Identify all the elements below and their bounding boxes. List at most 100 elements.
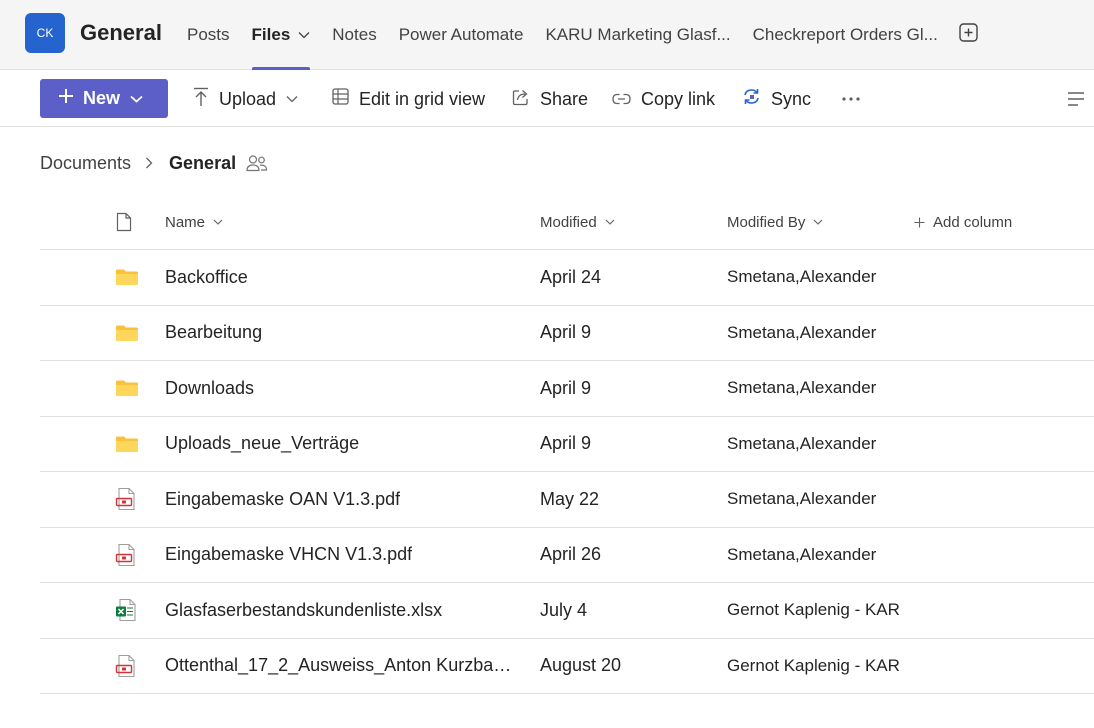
modified-date: April 9 (540, 322, 592, 343)
modified-by: Smetana,Alexander (727, 378, 877, 398)
upload-icon (193, 87, 219, 112)
breadcrumb-general: General (169, 152, 237, 173)
file-name[interactable]: Downloads (165, 361, 517, 416)
channel-title: General (80, 20, 162, 45)
file-name[interactable]: Bearbeitung (165, 306, 517, 361)
share-icon (512, 88, 540, 111)
new-button-label: New (83, 88, 121, 108)
add-column-label: Add column (933, 213, 1013, 231)
file-name[interactable]: Uploads_neue_Verträge (165, 417, 517, 472)
table-row[interactable]: Eingabemaske OAN V1.3.pdf May 22 Smetana… (40, 472, 1094, 528)
new-button[interactable]: New (40, 79, 168, 118)
table-row[interactable]: Bearbeitung April 9 Smetana,Alexander (40, 306, 1094, 361)
modified-by: Smetana,Alexander (727, 322, 877, 342)
folder-icon (115, 250, 139, 305)
chevron-down-icon (286, 95, 308, 103)
modified-date: April 9 (540, 377, 592, 398)
channel-header: CK General Posts Files Notes Power Autom… (0, 0, 1094, 70)
table-row[interactable]: Uploads_neue_Verträge April 9 Smetana,Al… (40, 417, 1094, 472)
command-bar: New Upload Edit in grid view Share Copy … (0, 71, 1094, 127)
plus-icon (58, 88, 74, 109)
tab-power-automate[interactable]: Power Automate (399, 0, 524, 70)
edit-in-grid-view-label: Edit in grid view (359, 88, 486, 109)
column-header-modified-by[interactable]: Modified By (727, 194, 823, 250)
chevron-down-icon (130, 90, 143, 108)
column-header-modified[interactable]: Modified (540, 194, 615, 250)
pdf-file-icon (115, 472, 137, 527)
folder-icon (115, 417, 139, 472)
folder-icon (115, 361, 139, 416)
column-header-name-label: Name (165, 213, 206, 231)
modified-by: Gernot Kaplenig - KAR (727, 655, 900, 675)
file-name[interactable]: Glasfaserbestandskundenliste.xlsx (165, 583, 517, 638)
tab-label: Posts (187, 25, 230, 44)
tab-label: KARU Marketing Glasf... (545, 25, 731, 44)
chevron-down-icon (213, 219, 223, 226)
file-name[interactable]: Eingabemaske VHCN V1.3.pdf (165, 528, 517, 583)
file-list-header: Name Modified Modified By Add column (40, 194, 1094, 250)
modified-date: April 24 (540, 266, 602, 287)
chevron-right-icon (145, 157, 153, 169)
add-column-button[interactable]: Add column (914, 194, 1012, 250)
channel-tabs: Posts Files Notes Power Automate KARU Ma… (187, 0, 960, 70)
sync-button[interactable]: Sync (742, 71, 811, 127)
more-options-icon[interactable] (840, 89, 862, 109)
column-header-name[interactable]: Name (165, 194, 223, 250)
table-row[interactable]: Ottenthal_17_2_Ausweiss_Anton Kurzbauer.… (40, 639, 1094, 694)
file-name[interactable]: Eingabemaske OAN V1.3.pdf (165, 472, 517, 527)
modified-date: July 4 (540, 599, 588, 620)
tab-label: Checkreport Orders Gl... (752, 25, 938, 44)
team-avatar[interactable]: CK (25, 13, 65, 53)
share-label: Share (540, 88, 589, 109)
tab-karu-marketing[interactable]: KARU Marketing Glasf... (545, 0, 730, 70)
tab-notes[interactable]: Notes (332, 0, 376, 70)
pdf-file-icon (115, 639, 137, 694)
file-type-column-icon[interactable] (116, 194, 132, 250)
file-name[interactable]: Ottenthal_17_2_Ausweiss_Anton Kurzbauer.… (165, 639, 517, 694)
modified-date: April 9 (540, 433, 592, 454)
modified-date: August 20 (540, 655, 622, 676)
excel-file-icon (115, 583, 137, 638)
share-button[interactable]: Share (512, 71, 588, 127)
folder-icon (115, 306, 139, 361)
table-row[interactable]: Eingabemaske VHCN V1.3.pdf April 26 Smet… (40, 528, 1094, 583)
modified-date: April 26 (540, 544, 602, 565)
sync-icon (742, 87, 771, 111)
tab-files[interactable]: Files (251, 0, 311, 70)
sync-label: Sync (771, 88, 812, 109)
chevron-down-icon[interactable] (298, 31, 310, 39)
column-header-modified-by-label: Modified By (727, 213, 806, 231)
view-options-icon[interactable] (1066, 89, 1086, 109)
file-name[interactable]: Backoffice (165, 250, 517, 305)
modified-by: Smetana,Alexander (727, 489, 877, 509)
table-row[interactable]: Downloads April 9 Smetana,Alexander (40, 361, 1094, 417)
upload-button[interactable]: Upload (193, 71, 308, 127)
modified-date: May 22 (540, 488, 600, 509)
copy-link-button[interactable]: Copy link (612, 71, 715, 127)
tab-checkreport-orders[interactable]: Checkreport Orders Gl... (753, 0, 938, 70)
chevron-down-icon (813, 219, 823, 226)
chevron-down-icon (605, 219, 615, 226)
tab-label: Power Automate (398, 25, 524, 44)
modified-by: Smetana,Alexander (727, 433, 877, 453)
breadcrumb-documents[interactable]: Documents (40, 153, 131, 174)
edit-in-grid-view-button[interactable]: Edit in grid view (332, 71, 485, 127)
pdf-file-icon (115, 528, 137, 583)
tab-label: Files (251, 25, 291, 44)
tab-posts[interactable]: Posts (187, 0, 230, 70)
upload-label: Upload (219, 88, 277, 109)
modified-by: Gernot Kaplenig - KAR (727, 600, 900, 620)
link-icon (612, 89, 641, 110)
modified-by: Smetana,Alexander (727, 544, 877, 564)
table-row[interactable]: Backoffice April 24 Smetana,Alexander (40, 250, 1094, 306)
table-row[interactable]: Glasfaserbestandskundenliste.xlsx July 4… (40, 583, 1094, 639)
grid-icon (332, 88, 359, 110)
people-icon[interactable] (246, 154, 268, 172)
column-header-modified-label: Modified (540, 213, 597, 231)
copy-link-label: Copy link (641, 88, 716, 109)
add-tab-icon[interactable] (958, 22, 980, 44)
plus-icon (914, 217, 925, 228)
modified-by: Smetana,Alexander (727, 267, 877, 287)
breadcrumb: Documents General (40, 150, 268, 176)
tab-label: Notes (332, 25, 377, 44)
